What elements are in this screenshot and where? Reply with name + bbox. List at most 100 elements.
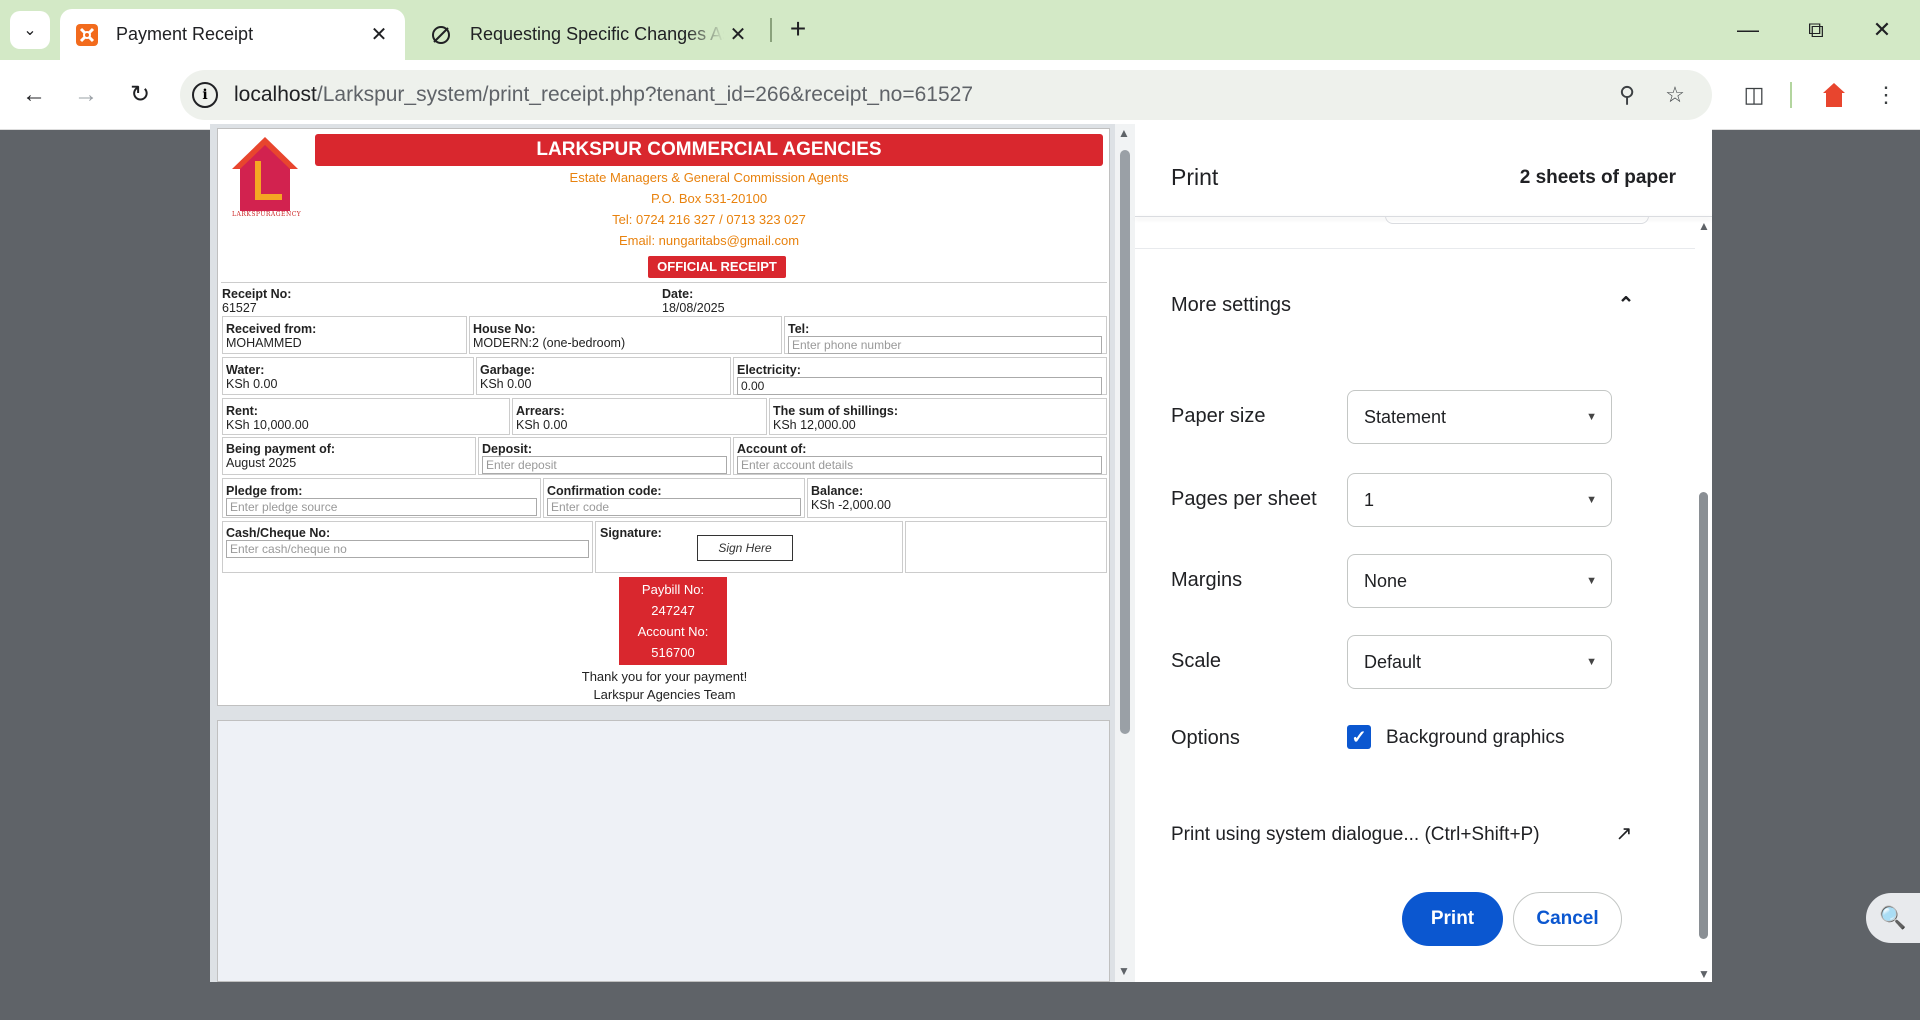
lens-search-icon[interactable]: 🔍 (1866, 893, 1920, 943)
pledge-label: Pledge from: (226, 484, 303, 498)
settings-scrollbar[interactable]: ▲ ▼ (1695, 219, 1712, 982)
sheet-count: 2 sheets of paper (1519, 167, 1676, 188)
scroll-down-icon[interactable]: ▼ (1698, 967, 1710, 981)
company-name: LARKSPUR COMMERCIAL AGENCIES (315, 134, 1103, 166)
kebab-menu-icon[interactable]: ⋮ (1866, 75, 1906, 115)
date-label: Date: (662, 287, 694, 301)
pages-per-sheet-select[interactable]: 1 ▼ (1347, 473, 1612, 527)
rent-label: Rent: (226, 404, 258, 418)
paybill-box: Paybill No: 247247 Account No: 516700 (619, 577, 727, 665)
open-external-icon[interactable]: ↗ (1611, 821, 1637, 847)
url-text[interactable]: localhost/Larkspur_system/print_receipt.… (234, 83, 973, 107)
house-no-label: House No: (473, 322, 536, 336)
sign-here-box[interactable]: Sign Here (697, 535, 793, 561)
received-from-value: MOHAMMED (226, 336, 302, 350)
browser-toolbar: ← → ↻ i localhost/Larkspur_system/print_… (0, 60, 1920, 130)
print-button[interactable]: Print (1402, 892, 1503, 946)
extensions-icon[interactable]: ◫ (1734, 75, 1774, 115)
restore-button[interactable]: ⧉ (1786, 12, 1846, 48)
date-value: 18/08/2025 (662, 301, 725, 315)
being-payment-label: Being payment of: (226, 442, 336, 456)
more-settings-toggle[interactable]: More settings (1171, 294, 1291, 317)
tel-label: Tel: (788, 322, 810, 336)
signature-label: Signature: (600, 526, 662, 540)
print-preview: LARKSPURAGENCY LARKSPUR COMMERCIAL AGENC… (210, 124, 1135, 982)
chevron-down-icon: ⌄ (23, 22, 37, 39)
tab-search-button[interactable]: ⌄ (10, 11, 50, 49)
preview-scroll-thumb[interactable] (1120, 150, 1130, 734)
paper-size-label: Paper size (1171, 405, 1266, 427)
team-text: Larkspur Agencies Team (593, 687, 736, 702)
caret-down-icon: ▼ (1586, 411, 1597, 423)
rent-value: KSh 10,000.00 (226, 418, 309, 432)
background-graphics-label[interactable]: Background graphics (1386, 727, 1565, 749)
receipt-no-value: 61527 (222, 301, 257, 315)
tab-divider (770, 18, 772, 42)
pledge-input[interactable]: Enter pledge source (226, 498, 537, 516)
logo-text: LARKSPURAGENCY (232, 211, 302, 218)
site-info-icon[interactable]: i (192, 82, 218, 108)
balance-label: Balance: (811, 484, 864, 498)
receipt-no-label: Receipt No: (222, 287, 292, 301)
company-pobox: P.O. Box 531-20100 (650, 191, 768, 206)
reload-button[interactable]: ↻ (120, 75, 160, 115)
sum-value: KSh 12,000.00 (773, 418, 856, 432)
settings-scroll-thumb[interactable] (1699, 492, 1708, 939)
print-title: Print (1171, 164, 1219, 190)
account-of-input[interactable]: Enter account details (737, 456, 1102, 474)
caret-down-icon: ▼ (1586, 494, 1597, 506)
toolbar-divider (1790, 82, 1792, 108)
tab-payment-receipt[interactable]: Payment Receipt ✕ (60, 9, 405, 60)
zoom-icon[interactable]: ⚲ (1612, 80, 1642, 110)
arrears-label: Arrears: (516, 404, 565, 418)
scroll-up-icon[interactable]: ▲ (1698, 219, 1710, 233)
settings-separator (1135, 248, 1695, 249)
house-no-value: MODERN:2 (one-bedroom) (473, 336, 626, 350)
close-window-button[interactable]: ✕ (1852, 12, 1912, 48)
paper-size-select[interactable]: Statement ▼ (1347, 390, 1612, 444)
caret-down-icon: ▼ (1586, 656, 1597, 668)
cancel-button[interactable]: Cancel (1513, 892, 1622, 946)
scale-select[interactable]: Default ▼ (1347, 635, 1612, 689)
tel-input[interactable]: Enter phone number (788, 336, 1102, 354)
electricity-input[interactable]: 0.00 (737, 377, 1102, 395)
pages-per-sheet-label: Pages per sheet (1171, 488, 1317, 510)
arrow-right-icon: → (74, 81, 98, 108)
forward-button[interactable]: → (66, 75, 106, 115)
address-bar[interactable]: i localhost/Larkspur_system/print_receip… (180, 70, 1712, 120)
scroll-up-icon[interactable]: ▲ (1118, 126, 1130, 140)
paybill-value: 247247 (651, 603, 695, 618)
sum-label: The sum of shillings: (773, 404, 899, 418)
arrow-left-icon: ← (22, 81, 46, 108)
system-dialog-link[interactable]: Print using system dialogue... (Ctrl+Shi… (1171, 824, 1540, 846)
deposit-input[interactable]: Enter deposit (482, 456, 727, 474)
receipt-page-2 (217, 720, 1110, 982)
back-button[interactable]: ← (14, 75, 54, 115)
background-graphics-checkbox[interactable]: ✓ (1347, 725, 1371, 749)
water-value: KSh 0.00 (226, 377, 278, 391)
received-from-label: Received from: (226, 322, 317, 336)
confirmation-label: Confirmation code: (547, 484, 662, 498)
thanks-text: Thank you for your payment! (581, 669, 748, 684)
margins-select[interactable]: None ▼ (1347, 554, 1612, 608)
chevron-up-icon[interactable]: ⌃ (1611, 290, 1641, 320)
profile-extension-icon[interactable] (1814, 75, 1854, 115)
close-tab-icon[interactable]: ✕ (724, 22, 752, 47)
bookmark-star-icon[interactable]: ☆ (1660, 80, 1690, 110)
scroll-down-icon[interactable]: ▼ (1118, 964, 1130, 978)
close-tab-icon[interactable]: ✕ (365, 22, 393, 47)
confirmation-input[interactable]: Enter code (547, 498, 801, 516)
options-label: Options (1171, 727, 1240, 749)
preview-scrollbar[interactable]: ▲ ▼ (1115, 124, 1135, 982)
minimize-button[interactable]: — (1718, 12, 1778, 48)
receipt-page: LARKSPURAGENCY LARKSPUR COMMERCIAL AGENC… (217, 128, 1110, 706)
tab-bar: ⌄ Payment Receipt ✕ Requesting Specific … (0, 0, 1920, 60)
water-label: Water: (226, 363, 265, 377)
electricity-label: Electricity: (737, 363, 801, 377)
new-tab-button[interactable]: + (780, 12, 816, 48)
garbage-label: Garbage: (480, 363, 535, 377)
tab-requesting-changes[interactable]: Requesting Specific Changes As ✕ (414, 9, 764, 60)
company-logo (232, 137, 298, 211)
print-dialog: LARKSPURAGENCY LARKSPUR COMMERCIAL AGENC… (210, 124, 1712, 982)
cash-input[interactable]: Enter cash/cheque no (226, 540, 589, 558)
